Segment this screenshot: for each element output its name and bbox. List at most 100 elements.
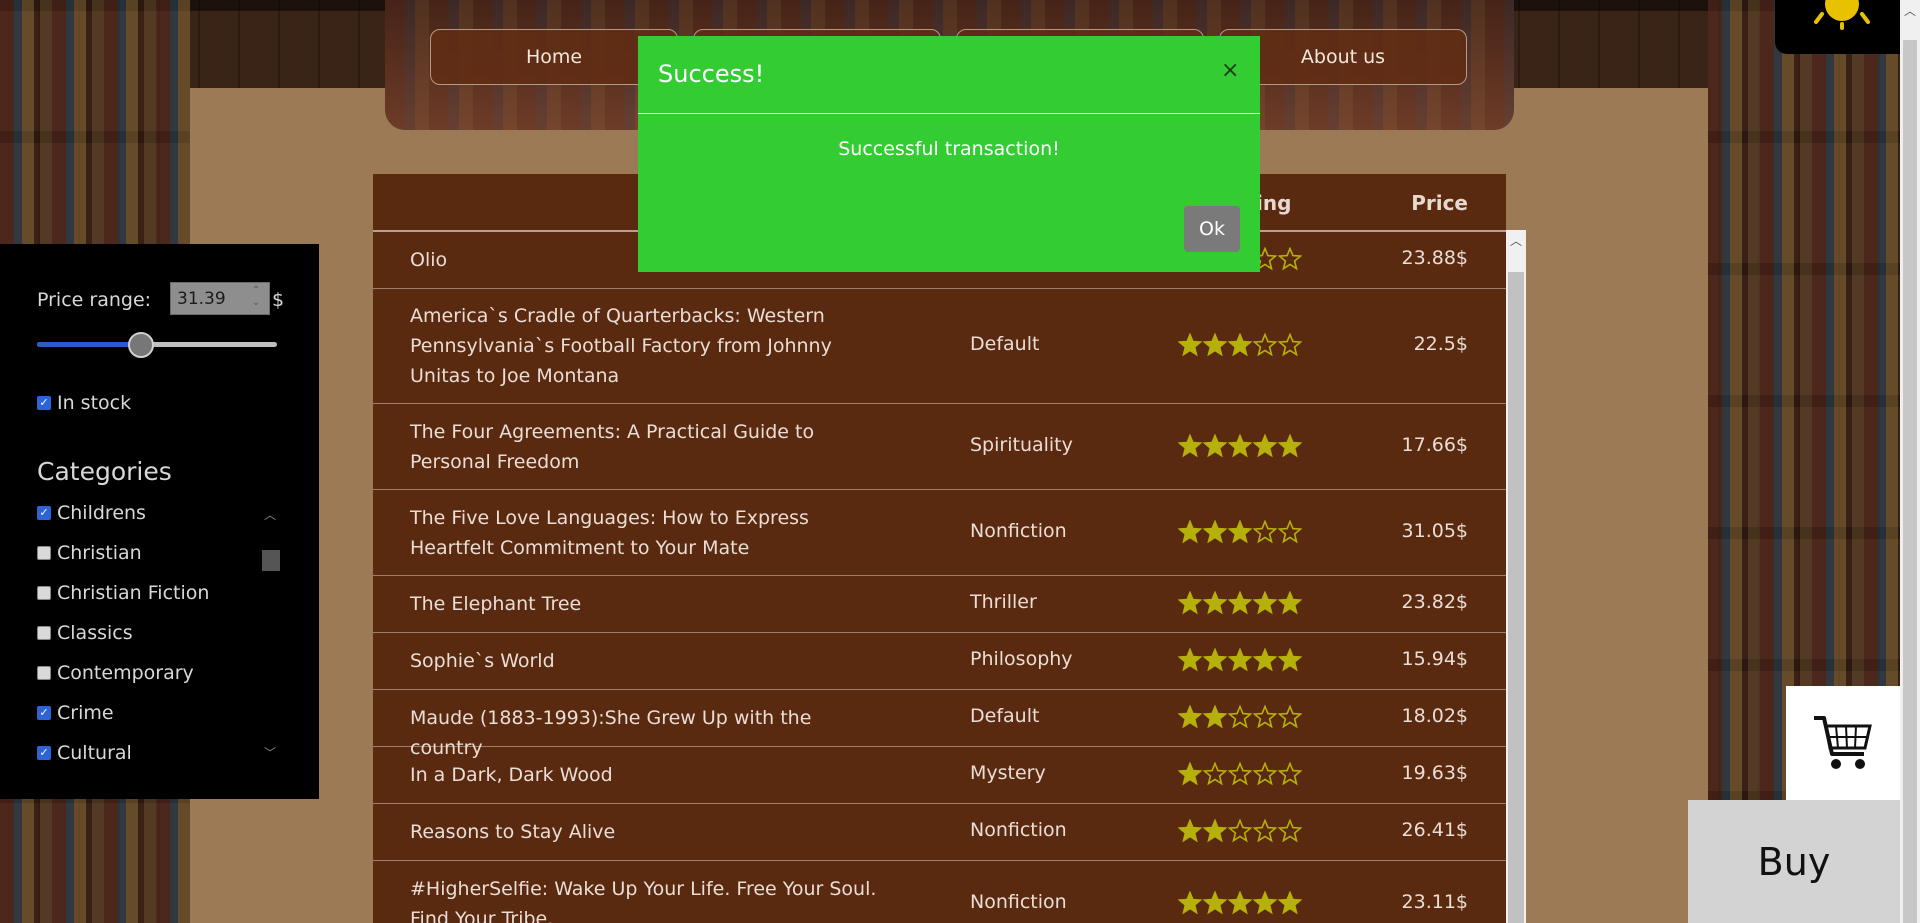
rating-stars xyxy=(1178,819,1303,843)
star-filled-icon xyxy=(1203,433,1227,457)
book-category: Nonfiction xyxy=(970,890,1067,913)
success-modal: Success! × Successful transaction! Ok xyxy=(638,36,1260,272)
star-empty-icon xyxy=(1253,333,1277,357)
book-price: 19.63$ xyxy=(1401,762,1468,784)
category-label: Childrens xyxy=(57,504,146,524)
category-checkbox[interactable]: Classics xyxy=(37,622,133,644)
modal-message: Successful transaction! xyxy=(838,138,1060,160)
price-spinner[interactable]: ⌃ ⌄ xyxy=(248,285,264,311)
category-checkbox[interactable]: ✓ Crime xyxy=(37,702,114,724)
star-empty-icon xyxy=(1278,519,1302,543)
price-slider-thumb[interactable] xyxy=(128,332,155,358)
category-checkbox[interactable]: ✓ Cultural xyxy=(37,742,132,764)
book-category: Philosophy xyxy=(970,648,1073,670)
price-slider[interactable] xyxy=(37,332,277,358)
table-row[interactable]: #HigherSelfie: Wake Up Your Life. Free Y… xyxy=(373,861,1506,923)
close-icon[interactable]: × xyxy=(1221,58,1239,83)
page-scrollbar[interactable]: ︿ xyxy=(1900,0,1920,923)
category-checkbox[interactable]: Christian xyxy=(37,542,142,564)
table-row[interactable]: In a Dark, Dark Wood Mystery 19.63$ xyxy=(373,747,1506,804)
star-filled-icon xyxy=(1278,648,1302,672)
modal-title: Success! xyxy=(658,60,765,88)
checkbox-icon: ✓ xyxy=(37,506,51,520)
book-category: Mystery xyxy=(970,762,1046,784)
books-table: ing Price Olio 23.88$ America`s Cradle of … xyxy=(373,174,1506,923)
star-filled-icon xyxy=(1178,591,1202,615)
book-title[interactable]: The Four Agreements: A Practical Guide t… xyxy=(410,417,890,477)
book-title[interactable]: The Elephant Tree xyxy=(410,589,890,619)
price-slider-fill xyxy=(37,342,141,347)
star-filled-icon xyxy=(1203,519,1227,543)
book-price: 31.05$ xyxy=(1401,519,1468,542)
book-category: Thriller xyxy=(970,591,1037,613)
star-filled-icon xyxy=(1203,890,1227,914)
star-empty-icon xyxy=(1253,519,1277,543)
category-list: ✓ Childrens Christian Christian Fiction Clas… xyxy=(0,504,285,766)
rating-stars xyxy=(1178,890,1303,915)
book-price: 17.66$ xyxy=(1401,433,1468,456)
book-title[interactable]: The Five Love Languages: How to Express … xyxy=(410,503,890,563)
star-empty-icon xyxy=(1253,705,1277,729)
cart-button[interactable] xyxy=(1786,686,1900,800)
table-row[interactable]: The Four Agreements: A Practical Guide t… xyxy=(373,404,1506,490)
rating-stars xyxy=(1178,433,1303,458)
book-title[interactable]: America`s Cradle of Quarterbacks: Wester… xyxy=(410,301,890,391)
star-filled-icon xyxy=(1278,890,1302,914)
price-range-label: Price range: xyxy=(37,289,152,311)
category-checkbox[interactable]: Christian Fiction xyxy=(37,582,209,604)
star-filled-icon xyxy=(1253,648,1277,672)
header-price[interactable]: Price xyxy=(1411,191,1468,215)
star-filled-icon xyxy=(1203,819,1227,843)
checkbox-icon: ✓ xyxy=(37,396,51,410)
star-filled-icon xyxy=(1228,648,1252,672)
ok-button[interactable]: Ok xyxy=(1184,206,1240,252)
category-checkbox[interactable]: ✓ Childrens xyxy=(37,504,146,524)
category-label: Christian xyxy=(57,542,142,564)
star-filled-icon xyxy=(1203,648,1227,672)
rating-stars xyxy=(1178,519,1303,544)
book-price: 22.5$ xyxy=(1413,333,1468,355)
star-filled-icon xyxy=(1178,433,1202,457)
star-filled-icon xyxy=(1278,433,1302,457)
table-row[interactable]: The Elephant Tree Thriller 23.82$ xyxy=(373,576,1506,633)
star-filled-icon xyxy=(1203,333,1227,357)
star-empty-icon xyxy=(1228,705,1252,729)
checkbox-icon: ✓ xyxy=(37,746,51,760)
rating-stars xyxy=(1178,648,1303,672)
buy-button[interactable]: Buy xyxy=(1688,800,1900,923)
star-empty-icon xyxy=(1253,762,1277,786)
header-rating[interactable]: ing xyxy=(1256,191,1291,215)
book-price: 23.11$ xyxy=(1401,890,1468,913)
rating-stars xyxy=(1178,333,1303,357)
book-price: 18.02$ xyxy=(1401,705,1468,727)
category-label: Christian Fiction xyxy=(57,582,210,604)
star-filled-icon xyxy=(1278,591,1302,615)
star-empty-icon xyxy=(1228,762,1252,786)
book-price: 15.94$ xyxy=(1401,648,1468,670)
currency-symbol: $ xyxy=(272,289,285,311)
table-row[interactable]: Maude (1883-1993):She Grew Up with the c… xyxy=(373,690,1506,759)
table-row[interactable]: America`s Cradle of Quarterbacks: Wester… xyxy=(373,289,1506,404)
book-title[interactable]: #HigherSelfie: Wake Up Your Life. Free Y… xyxy=(410,874,890,923)
star-filled-icon xyxy=(1178,819,1202,843)
in-stock-checkbox[interactable]: ✓ In stock xyxy=(37,392,131,414)
table-row[interactable]: Reasons to Stay Alive Nonfiction 26.41$ xyxy=(373,804,1506,861)
rating-stars xyxy=(1178,705,1303,729)
star-filled-icon xyxy=(1178,890,1202,914)
book-title[interactable]: Sophie`s World xyxy=(410,646,890,676)
table-scrollbar[interactable]: ︿ xyxy=(1506,230,1526,923)
rating-stars xyxy=(1178,591,1303,615)
star-empty-icon xyxy=(1278,762,1302,786)
star-filled-icon xyxy=(1228,333,1252,357)
category-checkbox[interactable]: Contemporary xyxy=(37,662,194,684)
theme-toggle[interactable] xyxy=(1775,0,1900,54)
category-scrollbar[interactable]: ︿ ﹀ xyxy=(260,506,280,764)
sun-icon xyxy=(1814,0,1870,30)
star-filled-icon xyxy=(1203,705,1227,729)
star-filled-icon xyxy=(1178,648,1202,672)
book-title[interactable]: Reasons to Stay Alive xyxy=(410,817,890,847)
book-category: Nonfiction xyxy=(970,519,1067,542)
table-row[interactable]: The Five Love Languages: How to Express … xyxy=(373,490,1506,576)
table-row[interactable]: Sophie`s World Philosophy 15.94$ xyxy=(373,633,1506,690)
book-title[interactable]: In a Dark, Dark Wood xyxy=(410,760,890,790)
